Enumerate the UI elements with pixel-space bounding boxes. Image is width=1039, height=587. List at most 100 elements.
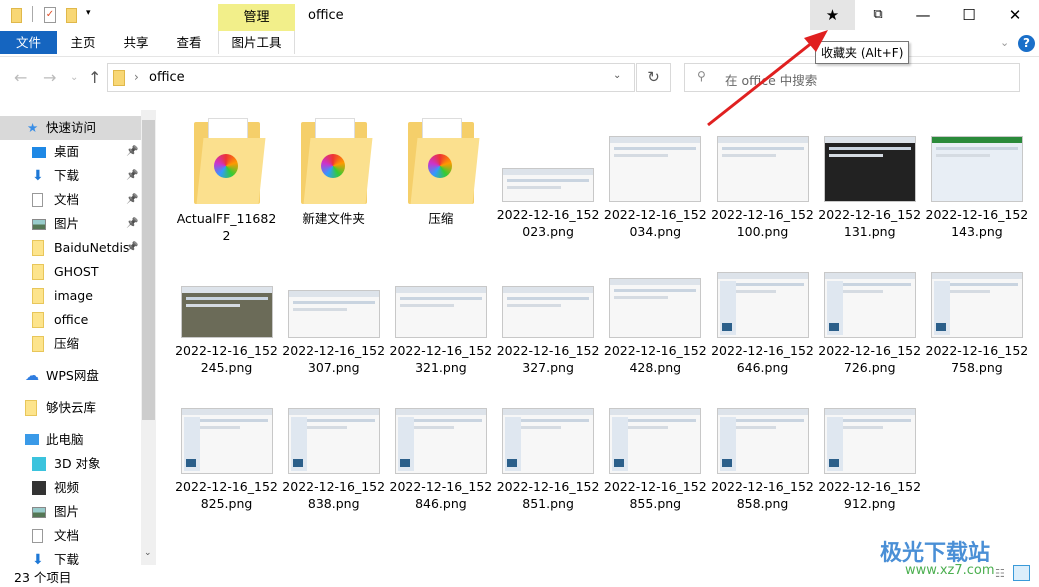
file-item[interactable]: 2022-12-16_152846.png [387, 382, 494, 512]
sidebar-pc-item-3[interactable]: 文档 [0, 524, 141, 548]
pin-icon[interactable]: 📌 [126, 164, 138, 188]
file-name: 2022-12-16_152846.png [389, 479, 493, 511]
pin-icon[interactable]: 📌 [126, 212, 138, 236]
customize-qa-icon[interactable]: ▾ [86, 8, 91, 18]
watermark-url: www.xz7.com [905, 563, 995, 578]
sidebar-this-pc[interactable]: 此电脑 [0, 428, 141, 452]
back-icon[interactable]: ← [14, 68, 27, 87]
scroll-down-icon[interactable]: ⌄ [144, 548, 152, 558]
folder-icon [32, 240, 44, 256]
tab-picture-tools[interactable]: 图片工具 [218, 31, 295, 54]
large-icons-view-button[interactable] [1013, 565, 1030, 581]
sidebar-item-8[interactable]: 压缩 [0, 332, 141, 356]
tab-view[interactable]: 查看 [168, 31, 210, 54]
sidebar-pc-item-2[interactable]: 图片 [0, 500, 141, 524]
sidebar-wps[interactable]: ☁ WPS网盘 [0, 364, 141, 388]
file-name: 2022-12-16_152646.png [711, 343, 814, 375]
sidebar-item-3[interactable]: 图片 📌 [0, 212, 141, 236]
pin-icon[interactable]: 📌 [126, 188, 138, 212]
sidebar-item-2[interactable]: 文档 📌 [0, 188, 141, 212]
video-icon [32, 481, 46, 495]
refresh-button[interactable]: ↻ [636, 63, 671, 92]
history-icon[interactable]: ⧉ [855, 0, 901, 30]
sidebar-item-7[interactable]: office [0, 308, 141, 332]
close-button[interactable]: ✕ [992, 0, 1038, 30]
properties-icon[interactable]: ✓ [44, 7, 56, 23]
address-dropdown-icon[interactable]: ⌄ [613, 70, 621, 81]
file-item[interactable]: 2022-12-16_152726.png [816, 246, 923, 376]
file-item[interactable]: 2022-12-16_152143.png [923, 110, 1030, 240]
image-thumbnail [394, 286, 487, 338]
file-item[interactable]: 2022-12-16_152428.png [602, 246, 709, 376]
file-item[interactable]: 2022-12-16_152758.png [923, 246, 1030, 376]
sidebar-item-0[interactable]: 桌面 📌 [0, 140, 141, 164]
image-thumbnail [823, 408, 916, 474]
pin-icon[interactable]: 📌 [126, 140, 138, 164]
file-item[interactable]: 2022-12-16_152023.png [495, 110, 602, 240]
file-item[interactable]: 2022-12-16_152034.png [602, 110, 709, 240]
sidebar-scrollbar[interactable]: ⌄ [141, 110, 156, 565]
tab-file[interactable]: 文件 [0, 31, 57, 54]
sidebar-item-1[interactable]: ⬇ 下载 📌 [0, 164, 141, 188]
image-thumbnail [930, 136, 1023, 202]
minimize-button[interactable]: — [900, 0, 946, 30]
context-tab-manage[interactable]: 管理 [218, 4, 295, 31]
recent-locations-icon[interactable]: ⌄ [70, 72, 78, 83]
scrollbar-thumb[interactable] [142, 120, 155, 420]
file-name: 2022-12-16_152131.png [818, 207, 922, 239]
sidebar-pc-item-4[interactable]: ⬇ 下载 [0, 548, 141, 565]
new-folder-icon[interactable] [66, 8, 77, 23]
document-icon [32, 529, 43, 543]
image-thumbnail [180, 408, 273, 474]
sidebar-item-label: 3D 对象 [54, 456, 101, 471]
sidebar-item-label: 图片 [54, 504, 80, 519]
forward-icon[interactable]: → [43, 68, 56, 87]
sidebar-item-label: 此电脑 [46, 432, 84, 447]
expand-ribbon-icon[interactable]: ⌄ [1000, 36, 1009, 49]
sidebar-quick-access[interactable]: ★ 快速访问 [0, 116, 141, 140]
tab-home[interactable]: 主页 [62, 31, 104, 54]
file-item[interactable]: 2022-12-16_152646.png [709, 246, 816, 376]
details-view-button[interactable]: ☷ [995, 567, 1005, 580]
file-name: 2022-12-16_152143.png [925, 207, 1029, 239]
file-item[interactable]: 2022-12-16_152851.png [495, 382, 602, 512]
folder-item[interactable]: 新建文件夹 [280, 110, 387, 227]
file-item[interactable]: 2022-12-16_152855.png [602, 382, 709, 512]
address-bar[interactable]: › office ⌄ [107, 63, 635, 92]
image-thumbnail [716, 408, 809, 474]
file-item[interactable]: 2022-12-16_152838.png [280, 382, 387, 512]
sidebar-item-6[interactable]: image [0, 284, 141, 308]
maximize-button[interactable]: ☐ [946, 0, 992, 30]
file-name: 2022-12-16_152726.png [818, 343, 922, 375]
file-name: 新建文件夹 [302, 211, 365, 226]
sidebar-pc-item-1[interactable]: 视频 [0, 476, 141, 500]
file-item[interactable]: 2022-12-16_152321.png [387, 246, 494, 376]
sidebar-pc-item-0[interactable]: 3D 对象 [0, 452, 141, 476]
up-icon[interactable]: ↑ [88, 68, 101, 87]
file-item[interactable]: 2022-12-16_152245.png [173, 246, 280, 376]
file-item[interactable]: 2022-12-16_152858.png [709, 382, 816, 512]
window-title: office [308, 8, 344, 23]
folder-icon[interactable] [11, 8, 22, 23]
pin-icon[interactable]: 📌 [126, 236, 138, 260]
folder-item[interactable]: ActualFF_116822 [173, 110, 280, 244]
navigation-pane: ★ 快速访问 桌面 📌 ⬇ 下载 📌 文档 📌 图片 📌 BaiduNetdis 📌 GHOST image… [0, 110, 160, 565]
sidebar-item-5[interactable]: GHOST [0, 260, 141, 284]
image-thumbnail [287, 290, 380, 338]
folder-item[interactable]: 压缩 [387, 110, 494, 227]
help-icon[interactable]: ? [1018, 35, 1035, 52]
breadcrumb-office[interactable]: office [149, 70, 185, 85]
tab-share[interactable]: 共享 [115, 31, 157, 54]
sidebar-cloud-library[interactable]: 够快云库 [0, 396, 141, 420]
status-item-count: 23 个项目 [14, 570, 72, 585]
image-thumbnail [823, 272, 916, 338]
title-bar: ✓ ▾ 管理 office ★ ⧉ — ☐ ✕ [0, 0, 1039, 32]
sidebar-item-4[interactable]: BaiduNetdis 📌 [0, 236, 141, 260]
file-item[interactable]: 2022-12-16_152327.png [495, 246, 602, 376]
file-name: 压缩 [428, 211, 454, 226]
file-item[interactable]: 2022-12-16_152307.png [280, 246, 387, 376]
image-thumbnail [716, 136, 809, 202]
file-item[interactable]: 2022-12-16_152825.png [173, 382, 280, 512]
sidebar-item-label: 快速访问 [46, 120, 97, 135]
file-item[interactable]: 2022-12-16_152912.png [816, 382, 923, 512]
